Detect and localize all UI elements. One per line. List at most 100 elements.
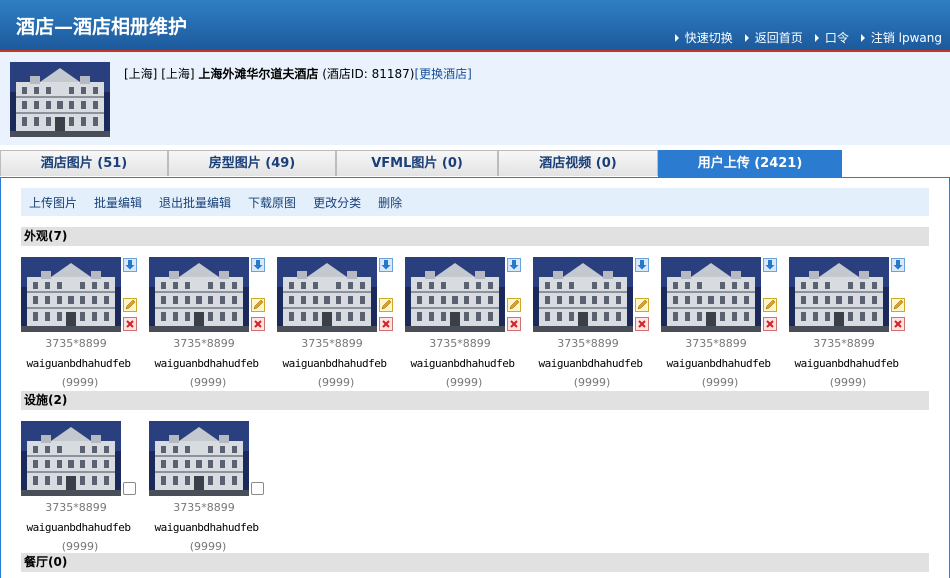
home-label: 返回首页 <box>754 31 803 45</box>
edit-pencil-icon[interactable] <box>251 298 265 312</box>
photo-card: 3735*8899 waiguanbdhahudfeb (9999) <box>149 257 277 389</box>
photo-size: 3735*8899 <box>45 501 107 514</box>
password-label: 口令 <box>824 31 849 45</box>
photo-name: waiguanbdhahudfeb <box>794 357 899 370</box>
photo-card: 3735*8899 waiguanbdhahudfeb (9999) <box>533 257 661 389</box>
photo-size: 3735*8899 <box>429 337 491 350</box>
photo-thumbnail[interactable] <box>277 257 377 332</box>
hotel-province: [上海] <box>124 67 158 81</box>
hotel-id: (酒店ID: 81187) <box>322 67 415 81</box>
delete-x-icon[interactable] <box>891 317 905 331</box>
photo-thumbnail[interactable] <box>149 421 249 496</box>
arrow-right-icon <box>674 33 679 42</box>
select-checkbox[interactable] <box>251 482 264 495</box>
change-category-button[interactable]: 更改分类 <box>313 194 361 211</box>
edit-pencil-icon[interactable] <box>891 298 905 312</box>
page-title: 酒店—酒店相册维护 <box>16 16 188 38</box>
tab-vfml-photos[interactable]: VFML图片 (0) <box>336 150 498 176</box>
download-icon[interactable] <box>891 258 905 272</box>
tab-hotel-videos[interactable]: 酒店视频 (0) <box>498 150 658 176</box>
tab-bar: 酒店图片 (51) 房型图片 (49) VFML图片 (0) 酒店视频 (0) … <box>0 150 950 178</box>
photo-count: (9999) <box>829 376 867 389</box>
download-icon[interactable] <box>379 258 393 272</box>
tab-user-uploads[interactable]: 用户上传 (2421) <box>658 150 842 178</box>
photo-name: waiguanbdhahudfeb <box>26 357 131 370</box>
photo-count: (9999) <box>445 376 483 389</box>
photo-thumbnail[interactable] <box>21 257 121 332</box>
photo-card: 3735*8899 waiguanbdhahudfeb (9999) <box>789 257 917 389</box>
photo-count: (9999) <box>61 376 99 389</box>
home-link[interactable]: 返回首页 <box>744 29 803 46</box>
photo-size: 3735*8899 <box>173 337 235 350</box>
photo-thumbnail[interactable] <box>789 257 889 332</box>
upload-photo-button[interactable]: 上传图片 <box>29 194 77 211</box>
edit-pencil-icon[interactable] <box>379 298 393 312</box>
photo-size: 3735*8899 <box>45 337 107 350</box>
edit-pencil-icon[interactable] <box>507 298 521 312</box>
select-checkbox[interactable] <box>123 482 136 495</box>
edit-pencil-icon[interactable] <box>123 298 137 312</box>
photo-name: waiguanbdhahudfeb <box>154 521 259 534</box>
photo-card: 3735*8899 waiguanbdhahudfeb (9999) <box>405 257 533 389</box>
arrow-right-icon <box>860 33 865 42</box>
photo-size: 3735*8899 <box>557 337 619 350</box>
photo-name: waiguanbdhahudfeb <box>154 357 259 370</box>
photo-card: 3735*8899 waiguanbdhahudfeb (9999) <box>661 257 789 389</box>
action-bar: 上传图片 批量编辑 退出批量编辑 下载原图 更改分类 删除 <box>21 188 929 216</box>
quick-switch-link[interactable]: 快速切换 <box>674 29 733 46</box>
tab-room-photos[interactable]: 房型图片 (49) <box>168 150 336 176</box>
photo-size: 3735*8899 <box>301 337 363 350</box>
top-header: 酒店—酒店相册维护 快速切换 返回首页 口令 注销 lpwang <box>0 0 950 52</box>
photo-thumbnail[interactable] <box>405 257 505 332</box>
photo-name: waiguanbdhahudfeb <box>666 357 771 370</box>
download-icon[interactable] <box>123 258 137 272</box>
edit-pencil-icon[interactable] <box>763 298 777 312</box>
photo-thumbnail[interactable] <box>533 257 633 332</box>
batch-edit-button[interactable]: 批量编辑 <box>94 194 142 211</box>
arrow-right-icon <box>744 33 749 42</box>
photo-thumbnail[interactable] <box>661 257 761 332</box>
arrow-right-icon <box>814 33 819 42</box>
top-links: 快速切换 返回首页 口令 注销 lpwang <box>674 29 942 46</box>
photo-card: 3735*8899 waiguanbdhahudfeb (9999) <box>149 421 277 553</box>
delete-button[interactable]: 删除 <box>378 194 402 211</box>
download-icon[interactable] <box>635 258 649 272</box>
download-icon[interactable] <box>251 258 265 272</box>
photo-size: 3735*8899 <box>813 337 875 350</box>
tab-hotel-photos[interactable]: 酒店图片 (51) <box>0 150 168 176</box>
photo-size: 3735*8899 <box>173 501 235 514</box>
logout-link[interactable]: 注销 lpwang <box>860 29 942 46</box>
change-hotel-link[interactable]: [更换酒店] <box>414 67 471 81</box>
exit-batch-edit-button[interactable]: 退出批量编辑 <box>159 194 231 211</box>
section-exterior: 外观(7) <box>21 227 929 246</box>
hotel-city: [上海] <box>161 67 195 81</box>
photo-size: 3735*8899 <box>685 337 747 350</box>
photo-count: (9999) <box>317 376 355 389</box>
photo-card: 3735*8899 waiguanbdhahudfeb (9999) <box>21 257 149 389</box>
delete-x-icon[interactable] <box>635 317 649 331</box>
logout-label: 注销 lpwang <box>870 31 942 45</box>
section-restaurant: 餐厅(0) <box>21 553 929 572</box>
photo-count: (9999) <box>61 540 99 553</box>
delete-x-icon[interactable] <box>763 317 777 331</box>
hotel-info: [上海] [上海] 上海外滩华尔道夫酒店 (酒店ID: 81187)[更换酒店] <box>0 52 950 145</box>
delete-x-icon[interactable] <box>123 317 137 331</box>
download-icon[interactable] <box>507 258 521 272</box>
photo-thumbnail[interactable] <box>149 257 249 332</box>
delete-x-icon[interactable] <box>251 317 265 331</box>
password-link[interactable]: 口令 <box>814 29 849 46</box>
hotel-thumbnail <box>10 62 110 137</box>
photo-name: waiguanbdhahudfeb <box>26 521 131 534</box>
photo-name: waiguanbdhahudfeb <box>410 357 515 370</box>
delete-x-icon[interactable] <box>379 317 393 331</box>
download-icon[interactable] <box>763 258 777 272</box>
photo-count: (9999) <box>189 376 227 389</box>
photo-thumbnail[interactable] <box>21 421 121 496</box>
photo-card: 3735*8899 waiguanbdhahudfeb (9999) <box>21 421 149 553</box>
download-original-button[interactable]: 下载原图 <box>248 194 296 211</box>
hotel-line: [上海] [上海] 上海外滩华尔道夫酒店 (酒店ID: 81187)[更换酒店] <box>124 65 472 82</box>
photo-count: (9999) <box>701 376 739 389</box>
delete-x-icon[interactable] <box>507 317 521 331</box>
edit-pencil-icon[interactable] <box>635 298 649 312</box>
photo-count: (9999) <box>573 376 611 389</box>
